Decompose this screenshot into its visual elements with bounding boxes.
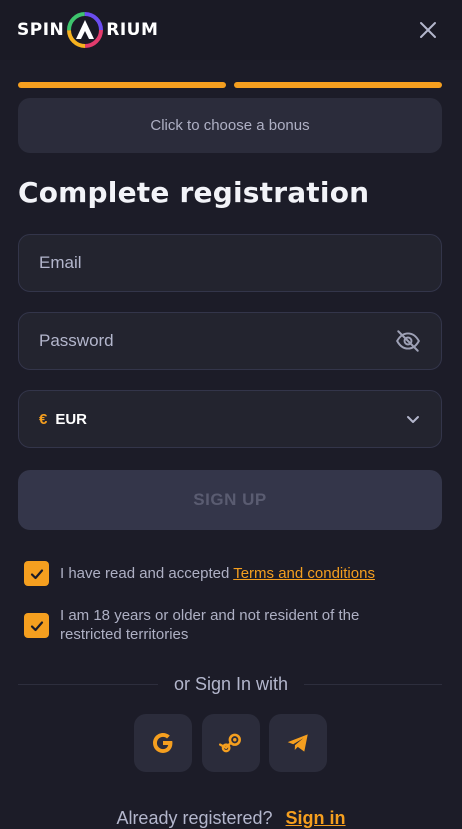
age-checkbox[interactable] xyxy=(24,613,49,638)
progress-step-2 xyxy=(234,82,442,88)
logo-mark-icon xyxy=(67,12,104,48)
currency-symbol: € xyxy=(39,410,48,428)
sign-up-label: SIGN UP xyxy=(193,490,267,509)
telegram-sign-in-button[interactable] xyxy=(269,714,327,772)
currency-select[interactable]: € EUR xyxy=(18,390,442,448)
age-text: I am 18 years or older and not resident … xyxy=(60,607,360,643)
password-input[interactable] xyxy=(39,331,395,351)
email-input[interactable] xyxy=(39,253,421,273)
google-sign-in-button[interactable] xyxy=(134,714,192,772)
email-field[interactable] xyxy=(18,234,442,292)
terms-checkbox[interactable] xyxy=(24,561,49,586)
steam-icon xyxy=(218,733,241,753)
password-field[interactable] xyxy=(18,312,442,370)
eye-off-icon[interactable] xyxy=(395,328,421,354)
age-check-row: I am 18 years or older and not resident … xyxy=(24,606,410,644)
terms-check-row: I have read and accepted Terms and condi… xyxy=(24,561,375,586)
logo-text-left: SPIN xyxy=(17,20,65,40)
already-registered-row: Already registered? Sign in xyxy=(0,808,462,829)
page-title: Complete registration xyxy=(18,176,370,209)
sign-in-link[interactable]: Sign in xyxy=(286,808,346,828)
chevron-down-icon[interactable] xyxy=(403,409,423,429)
google-icon xyxy=(153,733,173,753)
progress-step-1 xyxy=(18,82,226,88)
checkmark-icon xyxy=(30,568,43,579)
brand-logo[interactable]: SPIN RIUM xyxy=(17,10,158,50)
checkmark-icon xyxy=(30,620,43,631)
close-icon[interactable] xyxy=(416,18,440,42)
choose-bonus-button[interactable]: Click to choose a bonus xyxy=(18,98,442,153)
sign-up-button[interactable]: SIGN UP xyxy=(18,470,442,530)
logo-text-right: RIUM xyxy=(106,20,159,40)
terms-link[interactable]: Terms and conditions xyxy=(233,565,375,582)
terms-text: I have read and accepted Terms and condi… xyxy=(60,561,375,583)
header: SPIN RIUM xyxy=(0,0,462,60)
telegram-icon xyxy=(287,734,308,752)
currency-value: EUR xyxy=(55,410,88,428)
steam-sign-in-button[interactable] xyxy=(202,714,260,772)
terms-prefix: I have read and accepted xyxy=(60,565,230,582)
or-sign-in-with: or Sign In with xyxy=(173,674,289,694)
already-registered-text: Already registered? xyxy=(116,808,273,828)
choose-bonus-label: Click to choose a bonus xyxy=(150,117,310,134)
